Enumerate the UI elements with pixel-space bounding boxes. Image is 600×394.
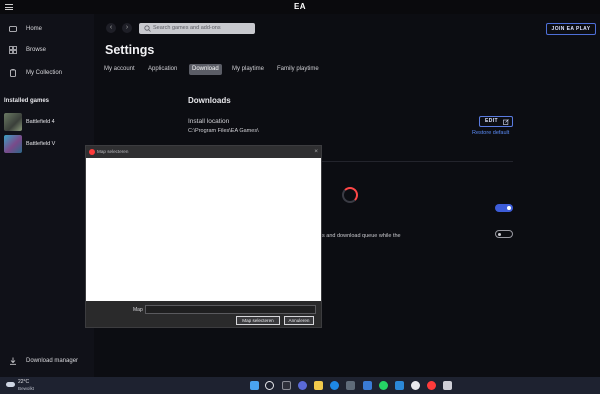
- edit-button[interactable]: EDIT: [479, 116, 513, 127]
- sidebar-item-label: Home: [26, 25, 43, 32]
- chevron-left-icon: ‹: [109, 24, 113, 31]
- sidebar-item-my-collection[interactable]: My Collection: [0, 66, 94, 80]
- toggle-switch-on[interactable]: [495, 204, 513, 212]
- edit-label: EDIT: [485, 118, 498, 124]
- ea-logo: EA: [293, 2, 307, 11]
- collection-icon: [10, 69, 16, 77]
- game-label: Battlefield 4: [26, 119, 55, 125]
- browse-icon: [9, 46, 17, 54]
- folder-browser-area[interactable]: [86, 158, 321, 301]
- cancel-button[interactable]: Annuleren: [284, 316, 314, 325]
- edge-icon[interactable]: [330, 381, 339, 390]
- sidebar-item-label: My Collection: [26, 69, 63, 76]
- outlook-icon[interactable]: [395, 381, 404, 390]
- tab-download[interactable]: Download: [189, 64, 222, 75]
- store-icon[interactable]: [346, 381, 355, 390]
- sidebar: Home Browse My Collection Installed game…: [0, 14, 94, 377]
- mail-icon[interactable]: [363, 381, 372, 390]
- installed-games-heading: Installed games: [4, 98, 50, 104]
- folder-field-label: Map: [133, 307, 143, 313]
- select-folder-button[interactable]: Map selecteren: [236, 316, 280, 325]
- close-icon[interactable]: ×: [314, 148, 318, 155]
- sidebar-item-browse[interactable]: Browse: [0, 43, 94, 57]
- setting-description: s and download queue while the: [322, 233, 401, 239]
- ea-app-taskbar-icon[interactable]: [427, 381, 436, 390]
- tab-family-playtime[interactable]: Family playtime: [277, 64, 319, 75]
- game-item-battlefield-4[interactable]: Battlefield 4: [0, 112, 94, 134]
- downloads-heading: Downloads: [188, 96, 231, 105]
- install-location-label: Install location: [188, 118, 230, 125]
- task-view-icon[interactable]: [282, 381, 291, 390]
- app-icon[interactable]: [411, 381, 420, 390]
- ea-app-icon: [89, 149, 95, 155]
- download-manager-button[interactable]: Download manager: [0, 355, 94, 369]
- dialog-title-bar: Map selecteren ×: [86, 146, 321, 158]
- download-icon: [10, 357, 16, 365]
- windows-start-icon[interactable]: [250, 381, 259, 390]
- search-input[interactable]: Search games and add-ons: [139, 23, 255, 34]
- game-thumbnail: [4, 135, 22, 153]
- cloud-icon: [6, 382, 15, 387]
- back-button[interactable]: ‹: [106, 23, 116, 33]
- weather-condition: Bewolkt: [18, 386, 35, 391]
- chevron-right-icon: ›: [125, 24, 129, 31]
- join-ea-play-button[interactable]: JOIN EA PLAY: [546, 23, 596, 35]
- weather-temperature: 22°C: [18, 379, 30, 385]
- restore-default-link[interactable]: Restore default: [472, 130, 509, 136]
- chat-icon[interactable]: [298, 381, 307, 390]
- windows-taskbar: 22°C Bewolkt: [0, 377, 600, 394]
- tab-application[interactable]: Application: [148, 64, 177, 75]
- title-bar: EA: [0, 0, 600, 14]
- download-manager-label: Download manager: [26, 358, 79, 364]
- install-path: C:\Program Files\EA Games\: [188, 128, 259, 134]
- loading-spinner-icon: [342, 187, 358, 203]
- sidebar-item-label: Browse: [26, 46, 47, 53]
- game-label: Battlefield V: [26, 141, 56, 147]
- folder-field[interactable]: [145, 305, 316, 314]
- search-icon[interactable]: [265, 381, 274, 390]
- sidebar-item-home[interactable]: Home: [0, 22, 94, 36]
- external-link-icon: [503, 119, 509, 125]
- forward-button[interactable]: ›: [122, 23, 132, 33]
- tab-my-account[interactable]: My account: [104, 64, 135, 75]
- tab-my-playtime[interactable]: My playtime: [232, 64, 264, 75]
- game-item-battlefield-v[interactable]: Battlefield V: [0, 134, 94, 156]
- search-placeholder: Search games and add-ons: [153, 25, 221, 32]
- search-icon: [144, 25, 151, 32]
- ea-app-window: EA Home Browse My Collection Installed g…: [0, 0, 600, 377]
- dialog-title: Map selecteren: [97, 149, 129, 154]
- app-icon[interactable]: [443, 381, 452, 390]
- toggle-switch-off[interactable]: [495, 230, 513, 238]
- game-thumbnail: [4, 113, 22, 131]
- page-title: Settings: [105, 43, 155, 57]
- file-explorer-icon[interactable]: [314, 381, 323, 390]
- whatsapp-icon[interactable]: [379, 381, 388, 390]
- folder-select-dialog: Map selecteren × Map Map selecteren Annu…: [85, 145, 322, 328]
- home-icon: [9, 26, 17, 32]
